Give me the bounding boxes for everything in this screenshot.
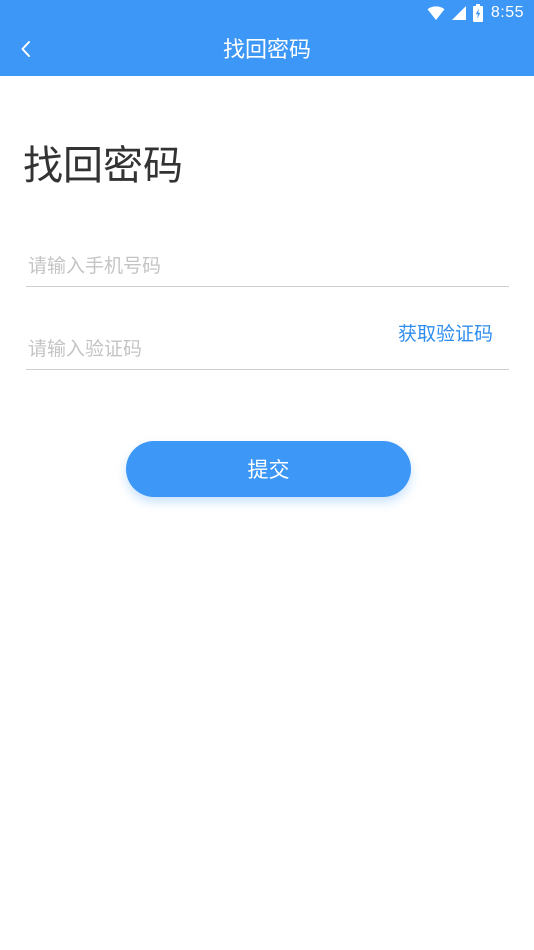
verification-code-field: 获取验证码: [26, 323, 509, 370]
status-bar: 8:55: [0, 0, 534, 26]
get-code-button[interactable]: 获取验证码: [398, 319, 493, 349]
phone-input[interactable]: [26, 246, 368, 286]
verification-code-input[interactable]: [26, 329, 368, 369]
phone-field: [26, 240, 509, 287]
app-bar: 找回密码: [0, 26, 534, 76]
status-time: 8:55: [490, 4, 524, 21]
page-title: 找回密码: [23, 143, 183, 189]
app-bar-title: 找回密码: [222, 38, 311, 63]
status-icons: 8:55: [427, 0, 524, 26]
cell-signal-icon: [451, 5, 467, 21]
submit-button[interactable]: 提交: [126, 441, 411, 497]
battery-charging-icon: [472, 4, 483, 22]
wifi-icon: [427, 5, 445, 21]
